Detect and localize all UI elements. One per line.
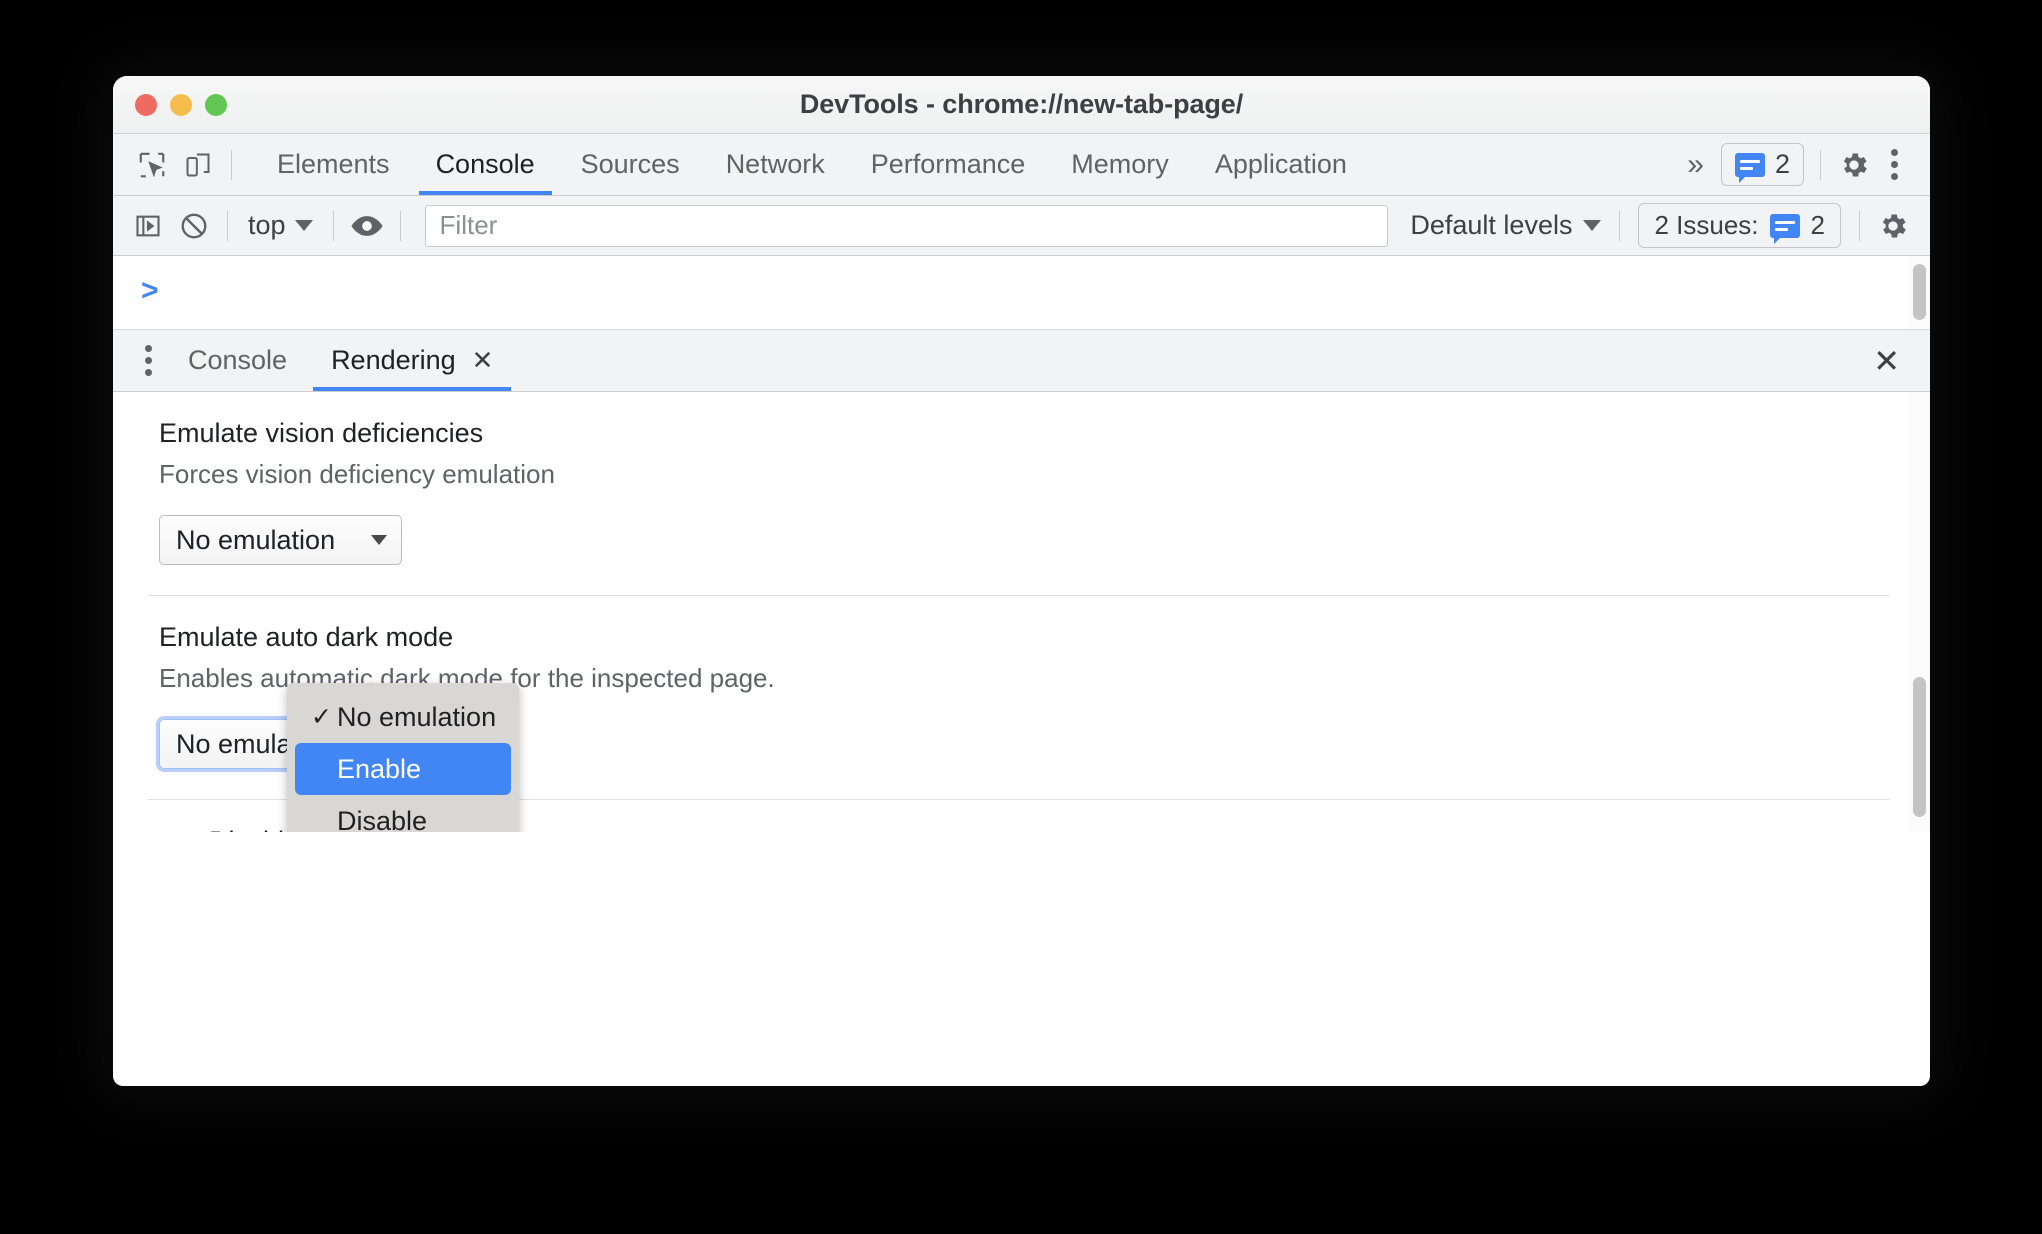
console-divider-2 [332, 210, 334, 241]
console-scrollbar-thumb[interactable] [1913, 264, 1926, 320]
select-value: No emulation [176, 524, 336, 555]
main-tab-bar: Elements Console Sources Network Perform… [113, 134, 1930, 196]
auto-dark-mode-dropdown-menu[interactable]: ✓ No emulation Enable Disable [287, 683, 519, 832]
filter-input[interactable]: Filter [424, 204, 1389, 247]
clear-console-icon[interactable] [171, 203, 217, 249]
section-title: Emulate auto dark mode [159, 622, 454, 652]
issues-message-icon [1734, 152, 1765, 183]
drawer-tab-label: Console [188, 345, 288, 375]
console-prompt-icon: > [141, 274, 159, 307]
tab-label: Elements [277, 149, 390, 179]
tab-performance[interactable]: Performance [848, 134, 1049, 195]
chevron-down-icon [371, 535, 387, 545]
dropdown-option-label: Enable [337, 753, 422, 784]
tab-memory[interactable]: Memory [1048, 134, 1192, 195]
chevron-down-icon [294, 220, 313, 231]
window-title: DevTools - chrome://new-tab-page/ [799, 89, 1244, 119]
more-vertical-icon[interactable] [131, 345, 166, 376]
log-levels-selector[interactable]: Default levels [1402, 210, 1609, 241]
console-sidebar-icon[interactable] [125, 203, 171, 249]
console-divider-3 [399, 210, 401, 241]
more-vertical-icon[interactable] [1877, 149, 1912, 180]
tab-label: Sources [580, 149, 680, 179]
dropdown-option-no-emulation[interactable]: ✓ No emulation [295, 691, 511, 743]
filter-placeholder: Filter [439, 210, 498, 240]
tab-label: Memory [1071, 149, 1169, 179]
tab-label: Network [725, 149, 825, 179]
issues-counter-label: 2 Issues: [1654, 210, 1759, 240]
toolbar-divider [231, 149, 232, 180]
panel-tabs: Elements Console Sources Network Perform… [254, 134, 1370, 195]
title-bar: DevTools - chrome://new-tab-page/ [113, 76, 1930, 134]
tab-network[interactable]: Network [703, 134, 848, 195]
rendering-scrollbar-thumb[interactable] [1913, 677, 1926, 817]
section-divider [147, 595, 1890, 596]
drawer-tab-rendering[interactable]: Rendering ✕ [309, 330, 515, 391]
console-toolbar: top Filter Default levels 2 Issues: 2 [113, 196, 1930, 256]
console-output-area[interactable]: > [113, 256, 1930, 330]
live-expression-icon[interactable] [344, 203, 390, 249]
tab-application[interactable]: Application [1192, 134, 1370, 195]
close-icon[interactable]: ✕ [472, 345, 494, 376]
tab-sources[interactable]: Sources [558, 134, 703, 195]
dropdown-option-enable[interactable]: Enable [295, 743, 511, 795]
drawer-tab-label: Rendering [331, 345, 456, 375]
rendering-scrollbar[interactable] [1908, 392, 1930, 832]
close-drawer-icon[interactable]: ✕ [1859, 342, 1914, 380]
issues-badge[interactable]: 2 [1720, 143, 1804, 186]
section-vision-deficiencies: Emulate vision deficiencies Forces visio… [113, 418, 1930, 565]
inspect-cursor-icon[interactable] [129, 142, 175, 188]
issues-counter-count: 2 [1810, 210, 1825, 240]
tab-label: Performance [870, 149, 1026, 179]
drawer-tab-bar: Console Rendering ✕ ✕ [113, 330, 1930, 392]
execution-context-label: top [248, 210, 286, 240]
more-tabs-icon[interactable]: » [1673, 148, 1715, 182]
issues-counter-button[interactable]: 2 Issues: 2 [1638, 203, 1841, 248]
gear-icon[interactable] [1831, 142, 1877, 188]
section-description: Forces vision deficiency emulation [159, 459, 555, 489]
dropdown-option-label: Disable [337, 805, 428, 833]
rendering-panel: Emulate vision deficiencies Forces visio… [113, 392, 1930, 832]
tab-elements[interactable]: Elements [254, 134, 413, 195]
console-divider-4 [1619, 210, 1621, 241]
log-levels-label: Default levels [1410, 210, 1573, 240]
tabbar-divider [1820, 149, 1821, 180]
screen: DevTools - chrome://new-tab-page/ Elemen… [0, 0, 2042, 1234]
tab-label: Console [435, 149, 535, 179]
check-icon: ✓ [311, 703, 332, 731]
gear-icon[interactable] [1870, 203, 1916, 249]
console-scrollbar[interactable] [1908, 256, 1930, 329]
tab-label: Application [1214, 149, 1347, 179]
section-title: Emulate vision deficiencies [159, 418, 484, 448]
issues-message-icon [1769, 213, 1800, 244]
issues-badge-count: 2 [1774, 149, 1790, 179]
dropdown-option-disable[interactable]: Disable [295, 795, 511, 833]
device-toolbar-icon[interactable] [175, 142, 221, 188]
chevron-down-icon [1583, 220, 1602, 231]
drawer-tab-console[interactable]: Console [166, 330, 309, 391]
vision-deficiency-select[interactable]: No emulation [159, 515, 402, 565]
tab-console[interactable]: Console [413, 134, 558, 195]
execution-context-selector[interactable]: top [238, 210, 323, 241]
console-divider-5 [1859, 210, 1860, 241]
console-divider-1 [227, 210, 228, 241]
dropdown-option-label: No emulation [337, 701, 497, 732]
devtools-window: DevTools - chrome://new-tab-page/ Elemen… [113, 76, 1930, 1086]
